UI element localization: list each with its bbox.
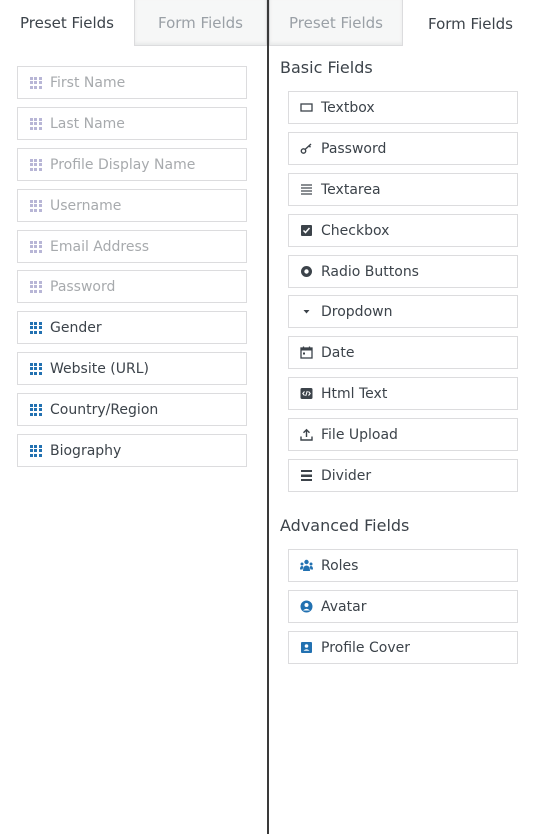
preset-field-website-url[interactable]: Website (URL) xyxy=(17,352,247,385)
upload-icon xyxy=(300,428,313,441)
preset-field-country-region[interactable]: Country/Region xyxy=(17,393,247,426)
basic-field-html-text[interactable]: Html Text xyxy=(288,377,518,410)
dropdown-arrow-icon xyxy=(300,305,313,318)
grid-icon xyxy=(29,280,42,293)
basic-field-password[interactable]: Password xyxy=(288,132,518,165)
advanced-field-label: Profile Cover xyxy=(321,639,410,656)
basic-field-label: Checkbox xyxy=(321,222,390,239)
preset-field-label: Gender xyxy=(50,319,102,336)
basic-field-textarea[interactable]: Textarea xyxy=(288,173,518,206)
right-panel: Preset Fields Form Fields Basic Fields T… xyxy=(269,0,538,834)
advanced-field-label: Avatar xyxy=(321,598,367,615)
grid-icon xyxy=(29,240,42,253)
preset-field-label: First Name xyxy=(50,74,126,91)
preset-field-label: Profile Display Name xyxy=(50,156,196,173)
grid-icon xyxy=(29,117,42,130)
checkbox-icon xyxy=(300,224,313,237)
preset-field-password[interactable]: Password xyxy=(17,270,247,303)
basic-field-label: Divider xyxy=(321,467,372,484)
basic-field-label: File Upload xyxy=(321,426,398,443)
basic-field-dropdown[interactable]: Dropdown xyxy=(288,295,518,328)
left-panel: Preset Fields Form Fields First Name Las… xyxy=(0,0,268,834)
advanced-field-profile-cover[interactable]: Profile Cover xyxy=(288,631,518,664)
basic-field-label: Html Text xyxy=(321,385,388,402)
textbox-icon xyxy=(300,101,313,114)
grid-icon xyxy=(29,76,42,89)
user-circle-icon xyxy=(300,600,313,613)
preset-field-first-name[interactable]: First Name xyxy=(17,66,247,99)
grid-icon xyxy=(29,321,42,334)
preset-field-label: Website (URL) xyxy=(50,360,149,377)
key-icon xyxy=(300,142,313,155)
tab-preset-fields[interactable]: Preset Fields xyxy=(269,0,403,46)
basic-fields-title: Basic Fields xyxy=(280,58,373,77)
grid-icon xyxy=(29,158,42,171)
textarea-icon xyxy=(300,183,313,196)
advanced-field-roles[interactable]: Roles xyxy=(288,549,518,582)
basic-field-radio-buttons[interactable]: Radio Buttons xyxy=(288,255,518,288)
preset-field-profile-display-name[interactable]: Profile Display Name xyxy=(17,148,247,181)
basic-field-divider[interactable]: Divider xyxy=(288,459,518,492)
preset-field-label: Biography xyxy=(50,442,122,459)
preset-field-label: Country/Region xyxy=(50,401,159,418)
advanced-fields-title: Advanced Fields xyxy=(280,516,410,535)
grid-icon xyxy=(29,362,42,375)
basic-field-file-upload[interactable]: File Upload xyxy=(288,418,518,451)
preset-field-label: Last Name xyxy=(50,115,125,132)
basic-field-date[interactable]: Date xyxy=(288,336,518,369)
profile-card-icon xyxy=(300,641,313,654)
basic-field-label: Textbox xyxy=(321,99,375,116)
tab-form-fields[interactable]: Form Fields xyxy=(134,0,267,46)
radio-icon xyxy=(300,265,313,278)
preset-field-label: Password xyxy=(50,278,116,295)
basic-field-label: Password xyxy=(321,140,387,157)
users-icon xyxy=(300,559,313,572)
code-icon xyxy=(300,387,313,400)
basic-field-label: Dropdown xyxy=(321,303,393,320)
advanced-field-avatar[interactable]: Avatar xyxy=(288,590,518,623)
grid-icon xyxy=(29,403,42,416)
tab-form-fields[interactable]: Form Fields xyxy=(403,1,538,47)
right-tab-bar: Preset Fields Form Fields xyxy=(269,0,538,47)
basic-field-textbox[interactable]: Textbox xyxy=(288,91,518,124)
tab-preset-fields[interactable]: Preset Fields xyxy=(0,0,134,46)
left-tab-bar: Preset Fields Form Fields xyxy=(0,0,268,46)
grid-icon xyxy=(29,199,42,212)
preset-field-last-name[interactable]: Last Name xyxy=(17,107,247,140)
preset-field-label: Email Address xyxy=(50,238,150,255)
basic-field-label: Textarea xyxy=(321,181,381,198)
basic-field-checkbox[interactable]: Checkbox xyxy=(288,214,518,247)
preset-field-username[interactable]: Username xyxy=(17,189,247,222)
basic-field-label: Date xyxy=(321,344,355,361)
calendar-icon xyxy=(300,346,313,359)
preset-field-label: Username xyxy=(50,197,122,214)
basic-field-label: Radio Buttons xyxy=(321,263,419,280)
divider-icon xyxy=(300,469,313,482)
preset-field-email-address[interactable]: Email Address xyxy=(17,230,247,263)
advanced-field-label: Roles xyxy=(321,557,359,574)
grid-icon xyxy=(29,444,42,457)
preset-field-gender[interactable]: Gender xyxy=(17,311,247,344)
preset-field-biography[interactable]: Biography xyxy=(17,434,247,467)
